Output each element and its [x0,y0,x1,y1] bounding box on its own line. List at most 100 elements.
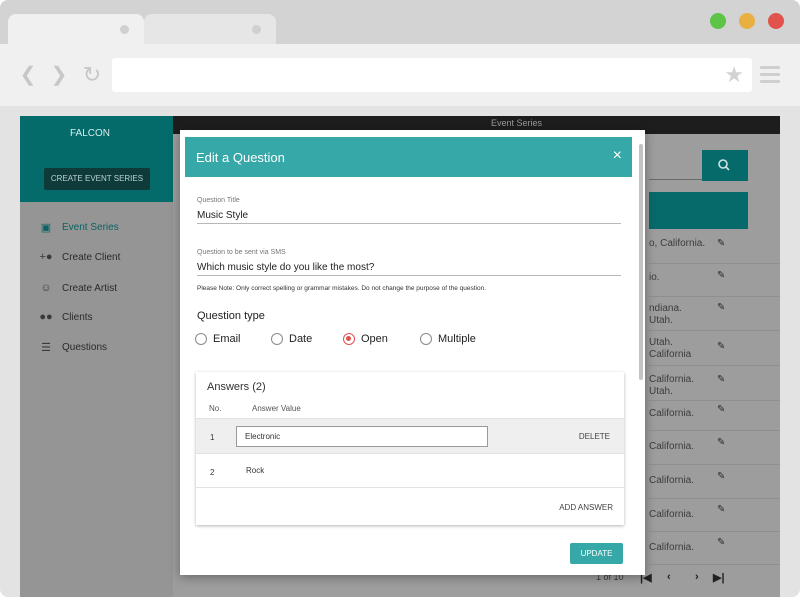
table-row: ndiana. Utah. ✎ [649,297,780,331]
edit-note: Please Note: Only correct spelling or gr… [197,285,487,292]
sidebar-item-label: Event Series [62,221,119,233]
location-text: Utah. California [649,337,691,361]
location-text: California. [649,542,695,553]
star-icon[interactable]: ★ [724,63,744,87]
edit-question-dialog: Edit a Question × Question Title Music S… [180,130,645,575]
edit-icon[interactable]: ✎ [717,504,725,515]
location-line: Utah. [649,315,673,326]
delete-answer-button[interactable]: DELETE [579,432,610,441]
sidebar-item-label: Clients [62,311,93,323]
column-header-no: No. [209,404,222,413]
radio-circle [420,333,432,345]
list-icon: ☰ [41,341,51,354]
sidebar-item-questions[interactable]: ☰ Questions [38,339,107,355]
sms-question-field[interactable]: Which music style do you like the most? [197,262,374,273]
question-title-field[interactable]: Music Style [197,210,248,221]
last-page-icon[interactable]: ▶| [713,571,725,584]
answer-row: 1 Electronic DELETE [196,418,624,453]
radio-email[interactable]: Email [195,333,241,345]
table-header [649,192,748,229]
location-line: ndiana. [649,303,682,314]
table-row: California. ✎ [649,465,780,499]
edit-icon[interactable]: ✎ [717,471,725,482]
close-window-button[interactable] [768,13,784,29]
location-line: California [649,349,692,360]
edit-icon[interactable]: ✎ [717,341,725,352]
browser-toolbar: ❮ ❯ ↻ ★ [0,44,800,106]
next-page-icon[interactable]: › [695,571,699,583]
address-bar[interactable]: ★ [112,58,752,92]
table-row: California. ✎ [649,532,780,565]
sms-question-label: Question to be sent via SMS [197,249,286,256]
sidebar-header: FALCON CREATE EVENT SERIES [20,116,173,202]
answer-value-input[interactable]: Electronic [236,426,488,447]
face-icon: ☺ [40,282,52,294]
forward-arrow-icon[interactable]: ❯ [48,64,70,86]
radio-multiple[interactable]: Multiple [420,333,476,345]
location-text: o, California. [649,238,706,249]
radio-label: Email [213,333,241,345]
answer-value-text[interactable]: Rock [246,466,264,475]
location-line: California. [649,374,695,385]
radio-date[interactable]: Date [271,333,312,345]
column-header-answer-value: Answer Value [252,404,301,413]
add-answer-button[interactable]: ADD ANSWER [559,503,613,512]
table-row: io. ✎ [649,264,780,297]
edit-icon[interactable]: ✎ [717,270,725,281]
browser-tab[interactable] [144,14,276,44]
previous-page-icon[interactable]: ‹ [667,571,671,583]
location-text: California. [649,408,695,419]
radio-open[interactable]: Open [343,333,388,345]
close-icon[interactable]: × [613,147,622,165]
sidebar-item-label: Create Client [62,251,121,263]
edit-icon[interactable]: ✎ [717,437,725,448]
radio-circle [271,333,283,345]
edit-icon[interactable]: ✎ [717,374,725,385]
add-person-icon: +● [39,251,53,263]
search-input[interactable] [649,179,704,180]
sidebar: FALCON CREATE EVENT SERIES ▣ Event Serie… [20,116,173,597]
edit-icon[interactable]: ✎ [717,302,725,313]
location-text: California. Utah. [649,374,694,398]
create-event-series-button[interactable]: CREATE EVENT SERIES [44,168,150,190]
people-icon: ●● [39,311,53,323]
edit-icon[interactable]: ✎ [717,238,725,249]
reload-icon[interactable]: ↻ [81,64,103,86]
minimize-button[interactable] [739,13,755,29]
location-text: ndiana. Utah. [649,303,682,327]
location-line: Utah. [649,337,673,348]
location-text: California. [649,509,695,520]
sidebar-item-event-series[interactable]: ▣ Event Series [38,219,119,235]
answer-number: 1 [210,433,215,442]
menu-icon[interactable] [760,66,780,87]
edit-icon[interactable]: ✎ [717,537,725,548]
radio-label: Multiple [438,333,476,345]
browser-tab-active[interactable] [8,14,144,44]
calendar-icon: ▣ [40,221,52,234]
sidebar-item-create-client[interactable]: +● Create Client [38,249,120,265]
dialog-header: Edit a Question × [185,137,632,177]
search-button[interactable] [702,150,748,181]
sidebar-item-clients[interactable]: ●● Clients [38,309,93,325]
search-icon [718,159,730,171]
answers-card: Answers (2) No. Answer Value 1 Electroni… [196,372,624,525]
sidebar-item-label: Questions [62,341,108,353]
table-row: California. ✎ [649,431,780,465]
dialog-scrollbar[interactable] [639,144,643,380]
sidebar-item-create-artist[interactable]: ☺ Create Artist [38,280,117,296]
tab-strip [0,0,800,44]
update-button[interactable]: UPDATE [570,543,623,564]
tab-close-icon[interactable] [252,25,261,34]
answer-number: 2 [210,468,215,477]
location-line: Utah. [649,386,673,397]
edit-icon[interactable]: ✎ [717,404,725,415]
maximize-button[interactable] [710,13,726,29]
table-row: California. ✎ [649,401,780,431]
sidebar-item-label: Create Artist [62,282,118,294]
answer-row: 2 Rock [196,453,624,488]
tab-close-icon[interactable] [120,25,129,34]
table-row: o, California. ✎ [649,230,780,264]
radio-circle [195,333,207,345]
question-title-underline [197,223,621,224]
back-arrow-icon[interactable]: ❮ [17,64,39,86]
